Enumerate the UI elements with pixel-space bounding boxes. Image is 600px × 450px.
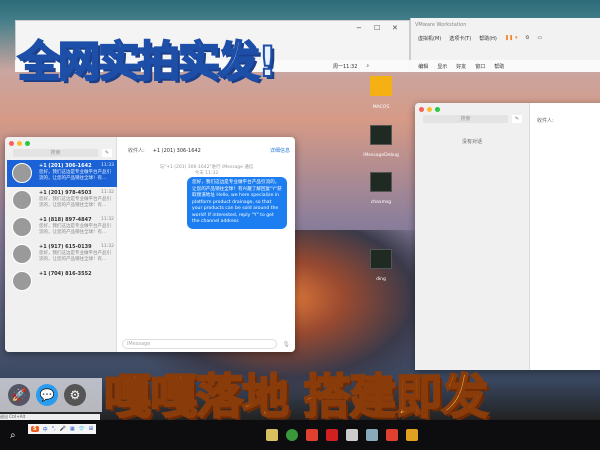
sogou-logo[interactable]: S <box>31 426 39 432</box>
preview: 您好，我们这边是专业做平台产品引流的，让您的产品销往全球！有... <box>39 224 111 235</box>
zoom-icon[interactable] <box>25 141 30 146</box>
conversation-item[interactable]: +1 (201) 306-1642 11:33 您好，我们这边是专业做平台产品引流的… <box>7 160 117 187</box>
desktop-icon-label: MACOS <box>372 105 390 110</box>
terminal-file-icon[interactable] <box>370 125 392 145</box>
desktop-icon-label: chaxmsg <box>370 200 392 205</box>
conversation-item[interactable]: +1 (917) 615-0139 11:32 您好，我们这边是专业做平台产品引流的… <box>7 241 117 268</box>
snapshot-icon[interactable]: ⏲ <box>526 35 530 42</box>
time: 11:32 <box>101 217 114 222</box>
vmware-toolbar: 虚拟机(M) 选项卡(T) 帮助(H) ❚❚ ▾ ⏲ ▭ <box>418 35 542 42</box>
avatar <box>12 163 32 183</box>
wps-icon[interactable] <box>325 429 338 441</box>
preview: 您好，我们这边是专业做平台产品引流的，让您的产品销往全球！有... <box>39 251 111 262</box>
ime-toolbar: S 中 °, 🎤 ▦ 👕 ⊞ <box>28 424 97 434</box>
empty-state: 没有对话 <box>461 139 482 145</box>
close-icon[interactable] <box>9 141 14 146</box>
conversation-item[interactable]: +1 (818) 897-4847 11:32 您好，我们这边是专业做平台产品引流的… <box>7 214 117 241</box>
conversation-note: 与"+1 (201) 306-1642"进行 iMessage 通信 今天 11:… <box>118 165 295 177</box>
search-icon[interactable]: ⌕ <box>10 430 16 441</box>
maximize-button[interactable]: ☐ <box>374 24 380 32</box>
desktop-icon-label: ding <box>376 277 386 282</box>
time: 11:33 <box>101 163 114 168</box>
minimize-icon[interactable] <box>427 107 432 112</box>
app-icon[interactable] <box>305 429 318 441</box>
conversation-item[interactable]: +1 (201) 978-4503 11:32 您好，我们这边是专业做平台产品引流的… <box>7 187 117 214</box>
menu-vm[interactable]: 虚拟机(M) <box>418 35 441 42</box>
preview: 您好，我们这边是专业做平台产品引流的，让您的产品销往全球！有... <box>39 197 111 208</box>
conversation-item[interactable]: +1 (704) 816-3552 <box>7 268 117 295</box>
menu-buddies[interactable]: 好友 <box>456 63 466 70</box>
keyboard-icon[interactable]: ▦ <box>70 426 75 432</box>
avatar <box>12 217 32 237</box>
system-preferences-icon[interactable]: ⚙ <box>64 384 86 406</box>
minimize-button[interactable]: − <box>356 24 362 32</box>
recipient: +1 (201) 306-1642 <box>152 148 201 154</box>
messages-window-2: 搜索 ✎ 没有对话 收件人: <box>415 103 600 370</box>
menu-tabs[interactable]: 选项卡(T) <box>449 35 471 42</box>
microphone-icon[interactable]: 🎙 <box>282 341 290 348</box>
avatar <box>12 271 32 291</box>
punctuation-icon[interactable]: °, <box>52 426 56 432</box>
app-icon[interactable] <box>385 429 398 441</box>
sidebar: 搜索 ✎ 没有对话 <box>415 103 530 370</box>
app-icon[interactable] <box>345 429 358 441</box>
pause-icon[interactable]: ❚❚ ▾ <box>505 35 518 42</box>
details-link[interactable]: 详细信息 <box>270 147 290 154</box>
to-label: 收件人: <box>537 118 554 124</box>
zoom-icon[interactable] <box>435 107 440 112</box>
drive-icon[interactable] <box>370 76 392 96</box>
menu-help[interactable]: 帮助(H) <box>479 35 497 42</box>
chat-pane: 收件人: +1 (201) 306-1642 详细信息 与"+1 (201) 306… <box>118 137 295 352</box>
message-input[interactable]: iMessage <box>122 339 277 349</box>
microphone-icon[interactable]: 🎤 <box>60 426 66 432</box>
spotlight-icon[interactable]: ⌕ <box>366 63 369 69</box>
overlay-title: 全网实拍实发! <box>17 36 278 87</box>
chat-header: 收件人: +1 (201) 306-1642 详细信息 <box>128 147 290 154</box>
to-label: 收件人: <box>128 148 145 154</box>
time: 11:32 <box>101 244 114 249</box>
avatar <box>12 244 32 264</box>
app-icon[interactable] <box>365 429 378 441</box>
search-input[interactable]: 搜索 <box>13 149 98 157</box>
desktop-icon-label: iMessageDebug <box>363 153 399 158</box>
vmware-title: VMware Workstation <box>415 22 467 28</box>
menu-view[interactable]: 显示 <box>437 63 447 70</box>
menu-help[interactable]: 帮助 <box>494 63 504 70</box>
terminal-file-icon[interactable] <box>370 172 392 192</box>
close-button[interactable]: ✕ <box>392 24 398 32</box>
preview: 您好，我们这边是专业做平台产品引流的，让您的产品销往全球！有... <box>39 170 111 181</box>
search-input[interactable]: 搜索 <box>423 115 508 123</box>
terminal-file-icon[interactable] <box>370 249 392 269</box>
file-explorer-icon[interactable] <box>265 429 278 441</box>
menu-edit[interactable]: 编辑 <box>418 63 428 70</box>
fullscreen-icon[interactable]: ▭ <box>537 35 542 42</box>
time: 11:32 <box>101 190 114 195</box>
compose-icon[interactable]: ✎ <box>102 149 112 157</box>
avatar <box>12 190 32 210</box>
message-bubble: 您好，我们这边是专业做平台产品引流的，让您的产品销往全球！有兴趣了解回复"Y"获… <box>187 177 287 229</box>
chrome-icon[interactable] <box>285 429 298 441</box>
close-icon[interactable] <box>419 107 424 112</box>
window-controls <box>419 107 440 112</box>
sidebar: 搜索 ✎ +1 (201) 306-1642 11:33 您好，我们这边是专业做平台… <box>5 137 117 352</box>
messages-icon[interactable]: 💬 <box>36 384 58 406</box>
dock: 🚀 💬 ⚙ <box>0 378 102 412</box>
vmware-icon[interactable] <box>405 429 418 441</box>
contact-name: +1 (704) 816-3552 <box>39 271 92 277</box>
clock: 周一11:32 <box>333 63 358 70</box>
compose-icon[interactable]: ✎ <box>512 115 522 123</box>
window-controls <box>9 141 30 146</box>
menu-window[interactable]: 窗口 <box>475 63 485 70</box>
overlay-subtitle: 嘎嘎落地 搭建即发 <box>103 369 489 426</box>
launchpad-icon[interactable]: 🚀 <box>8 384 30 406</box>
skin-icon[interactable]: 👕 <box>79 426 85 432</box>
ime-mode[interactable]: 中 <box>43 426 48 433</box>
minimize-icon[interactable] <box>17 141 22 146</box>
messages-window: 搜索 ✎ +1 (201) 306-1642 11:33 您好，我们这边是专业做平台… <box>5 137 295 352</box>
toolbox-icon[interactable]: ⊞ <box>89 426 93 432</box>
